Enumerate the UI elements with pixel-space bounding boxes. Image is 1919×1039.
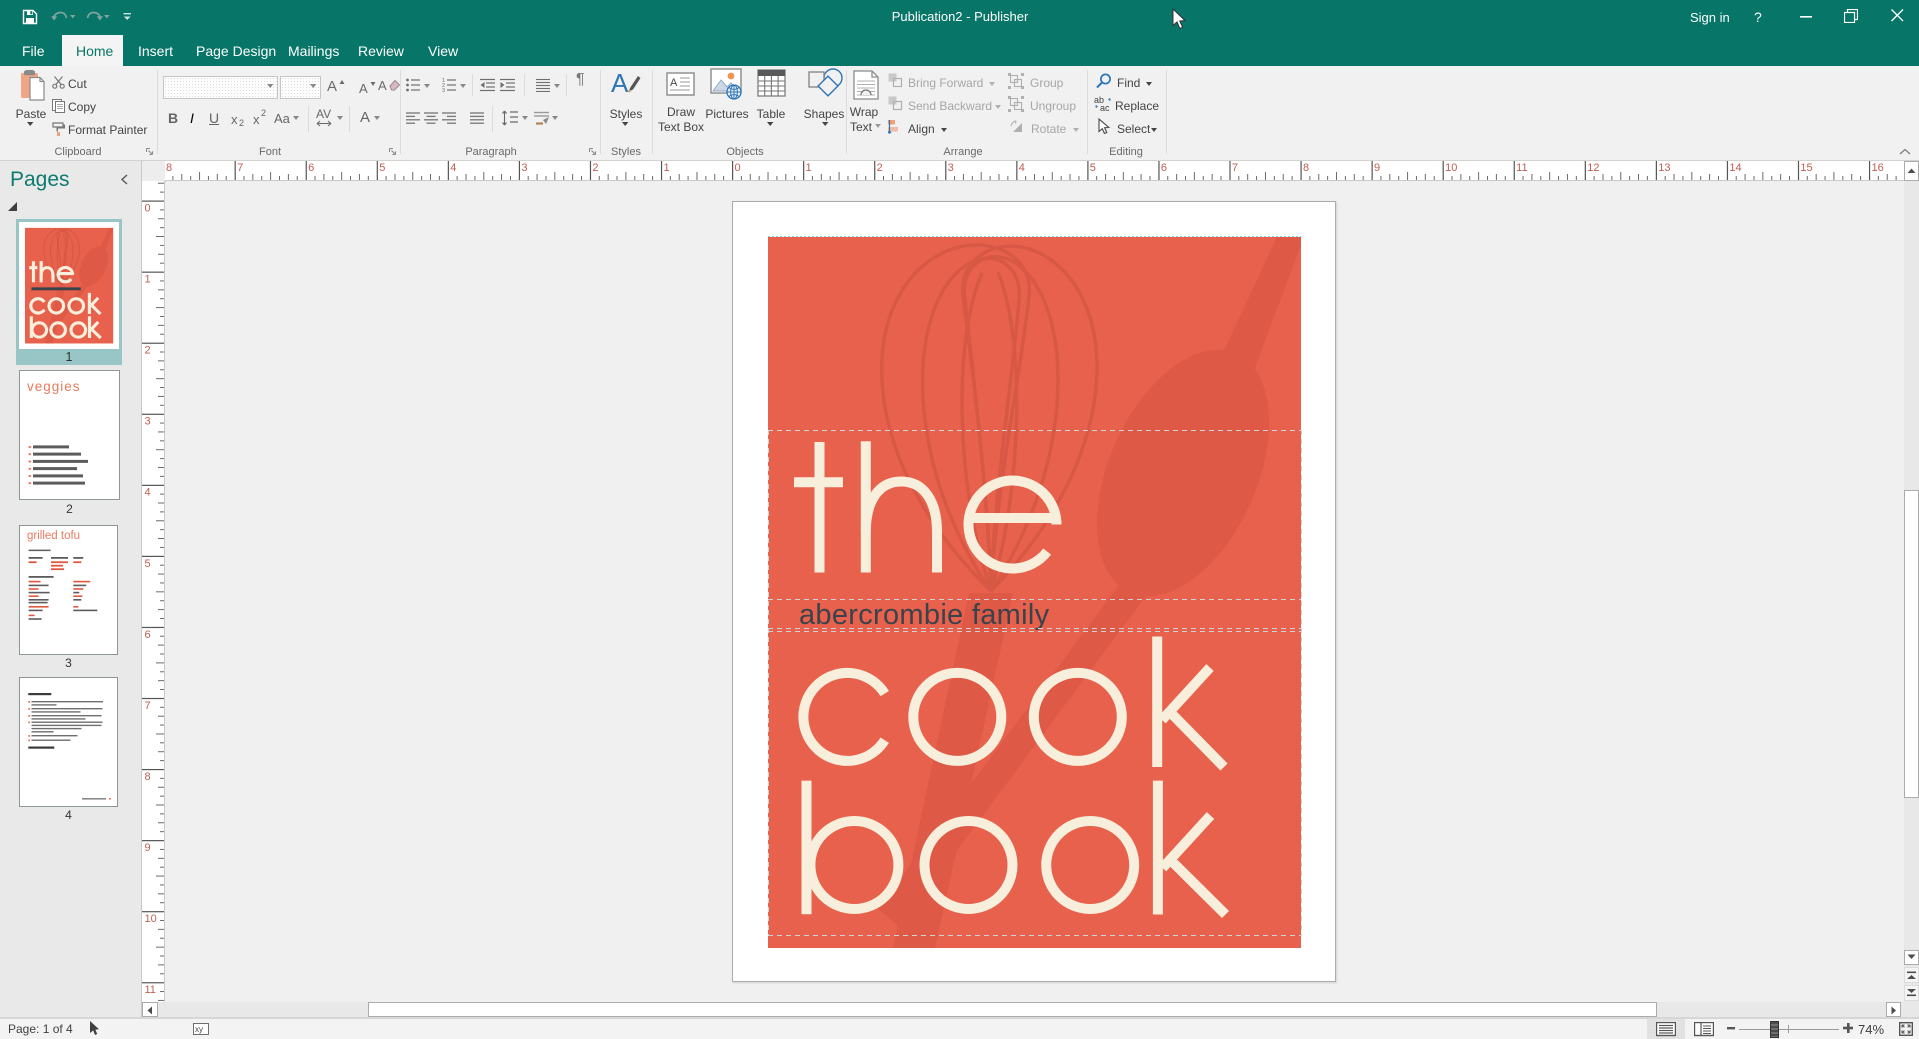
svg-text:1: 1 — [145, 274, 151, 286]
svg-text:0: 0 — [735, 162, 741, 174]
svg-text:7: 7 — [1232, 162, 1238, 174]
svg-text:0: 0 — [145, 203, 151, 215]
svg-text:8: 8 — [145, 771, 151, 783]
svg-text:5: 5 — [379, 162, 385, 174]
svg-text:1: 1 — [663, 162, 669, 174]
svg-text:6: 6 — [145, 629, 151, 641]
svg-text:16: 16 — [1871, 162, 1883, 174]
svg-text:11: 11 — [145, 984, 156, 996]
svg-text:3: 3 — [948, 162, 954, 174]
svg-text:14: 14 — [1729, 162, 1741, 174]
svg-text:3: 3 — [442, 88, 445, 92]
svg-text:7: 7 — [145, 700, 151, 712]
svg-text:5: 5 — [1090, 162, 1096, 174]
svg-text:9: 9 — [145, 842, 151, 854]
svg-text:11: 11 — [1516, 162, 1527, 174]
svg-text:2: 2 — [877, 162, 883, 174]
svg-text:4: 4 — [1019, 162, 1025, 174]
svg-text:1: 1 — [806, 162, 812, 174]
svg-text:xy: xy — [195, 1025, 203, 1034]
svg-text:6: 6 — [1161, 162, 1167, 174]
svg-text:8: 8 — [1303, 162, 1309, 174]
svg-text:15: 15 — [1800, 162, 1812, 174]
svg-text:3: 3 — [145, 416, 151, 428]
svg-text:10: 10 — [1445, 162, 1457, 174]
svg-text:13: 13 — [1658, 162, 1670, 174]
svg-text:8: 8 — [166, 162, 172, 174]
svg-text:12: 12 — [1587, 162, 1599, 174]
svg-text:A: A — [670, 77, 678, 89]
svg-text:10: 10 — [145, 913, 157, 925]
svg-text:A: A — [611, 68, 629, 98]
svg-text:2: 2 — [592, 162, 598, 174]
svg-text:7: 7 — [237, 162, 243, 174]
svg-text:3: 3 — [521, 162, 527, 174]
svg-text:ac: ac — [1100, 103, 1110, 112]
svg-text:9: 9 — [1374, 162, 1380, 174]
svg-text:5: 5 — [145, 558, 151, 570]
svg-text:6: 6 — [308, 162, 314, 174]
svg-text:4: 4 — [450, 162, 456, 174]
svg-text:4: 4 — [145, 487, 151, 499]
svg-text:2: 2 — [145, 345, 151, 357]
